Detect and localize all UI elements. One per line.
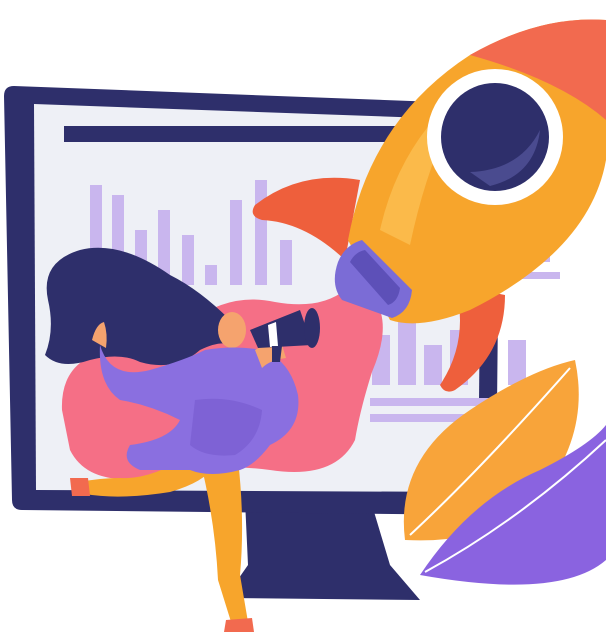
- chart-bar: [255, 180, 267, 285]
- screen-line: [370, 398, 490, 406]
- chart-bar: [280, 240, 292, 285]
- chart-bar: [182, 235, 194, 285]
- woman-shoe: [70, 478, 90, 496]
- chart-bar: [424, 345, 442, 385]
- chart-bar: [508, 340, 526, 385]
- megaphone-bell: [304, 308, 320, 348]
- monitor-stand: [225, 500, 420, 600]
- woman-head: [218, 312, 246, 348]
- chart-bar: [230, 200, 242, 285]
- chart-bar: [398, 320, 416, 385]
- rocket-launch-illustration: [4, 19, 606, 632]
- screen-header-bar: [64, 126, 424, 142]
- screen-line: [370, 414, 470, 422]
- woman-shoe: [224, 618, 254, 632]
- chart-bar: [205, 265, 217, 285]
